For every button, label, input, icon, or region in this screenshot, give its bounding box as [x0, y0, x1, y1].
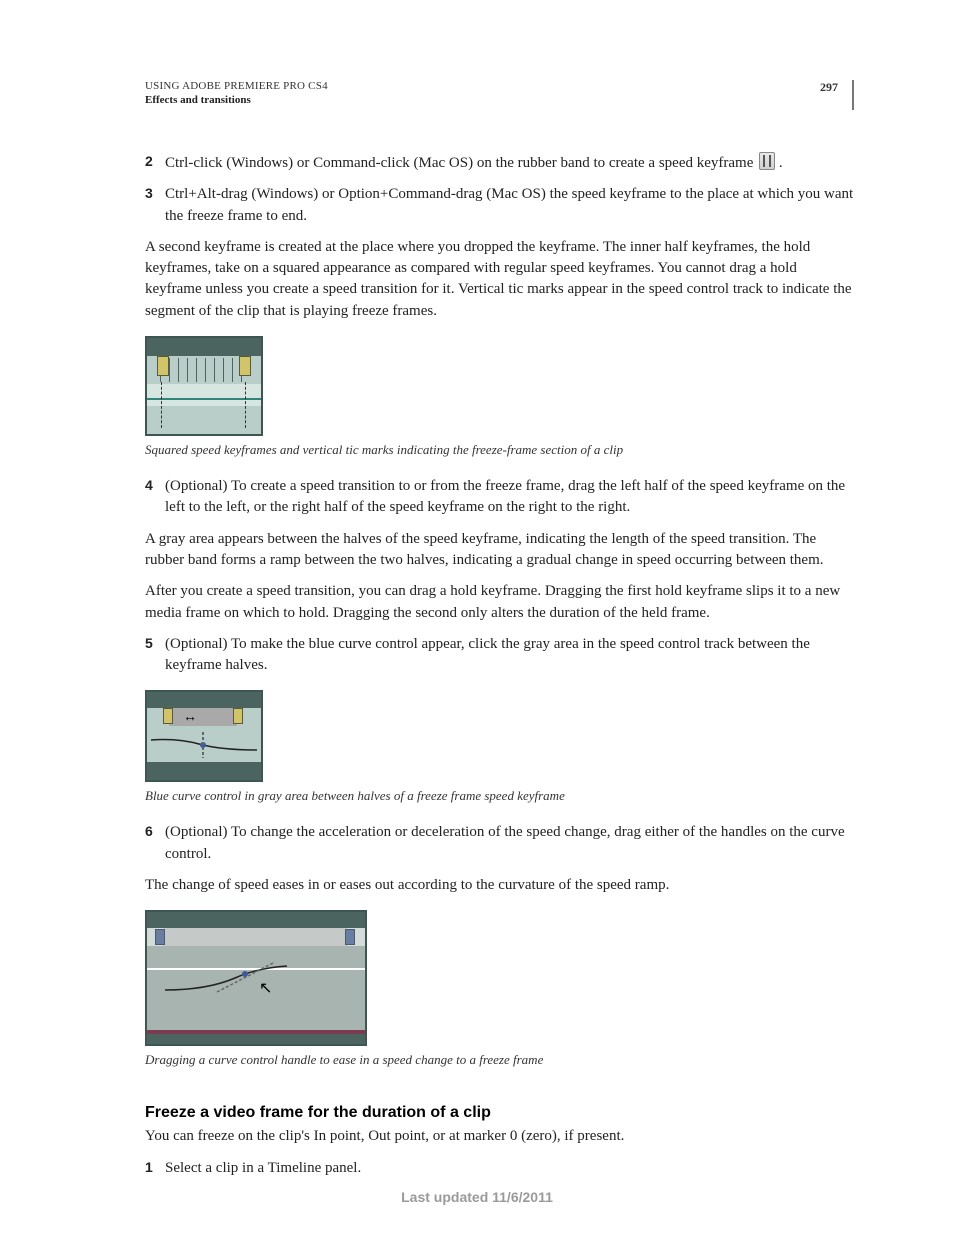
- step-text: (Optional) To change the acceleration or…: [165, 822, 854, 865]
- page-number: 297: [820, 80, 844, 110]
- figure-caption: Dragging a curve control handle to ease …: [145, 1052, 854, 1068]
- step-text: Ctrl+Alt-drag (Windows) or Option+Comman…: [165, 184, 854, 227]
- section-title: Effects and transitions: [145, 94, 328, 106]
- document-page: USING ADOBE PREMIERE PRO CS4 Effects and…: [0, 0, 954, 1229]
- step-text: Select a clip in a Timeline panel.: [165, 1158, 854, 1179]
- cursor-arrow-icon: ↖: [259, 978, 272, 998]
- step-number: 1: [145, 1158, 165, 1179]
- header-rule: [852, 80, 854, 110]
- step-number: 4: [145, 476, 165, 519]
- list-item: 3 Ctrl+Alt-drag (Windows) or Option+Comm…: [145, 184, 854, 227]
- freeze-frame-tics-illustration: [145, 336, 263, 436]
- step-text-trailing: .: [779, 155, 783, 171]
- blue-curve-control-illustration: ↔: [145, 690, 263, 782]
- footer-updated: Last updated 11/6/2011: [0, 1189, 954, 1205]
- curve-handle-drag-illustration: ↖: [145, 910, 367, 1046]
- body-paragraph: A second keyframe is created at the plac…: [145, 237, 854, 322]
- step-number: 5: [145, 634, 165, 677]
- step-list-e: 1 Select a clip in a Timeline panel.: [145, 1158, 854, 1179]
- list-item: 1 Select a clip in a Timeline panel.: [145, 1158, 854, 1179]
- step-list-c: 5 (Optional) To make the blue curve cont…: [145, 634, 854, 677]
- step-number: 2: [145, 152, 165, 174]
- page-number-block: 297: [820, 80, 854, 110]
- step-list-d: 6 (Optional) To change the acceleration …: [145, 822, 854, 865]
- body-paragraph: A gray area appears between the halves o…: [145, 529, 854, 572]
- running-header: USING ADOBE PREMIERE PRO CS4 Effects and…: [145, 80, 854, 110]
- document-title: USING ADOBE PREMIERE PRO CS4: [145, 80, 328, 92]
- subheading: Freeze a video frame for the duration of…: [145, 1104, 854, 1122]
- header-left-block: USING ADOBE PREMIERE PRO CS4 Effects and…: [145, 80, 328, 106]
- list-item: 6 (Optional) To change the acceleration …: [145, 822, 854, 865]
- list-item: 2 Ctrl-click (Windows) or Command-click …: [145, 152, 854, 174]
- step-text: Ctrl-click (Windows) or Command-click (M…: [165, 152, 854, 174]
- figure-2: ↔: [145, 690, 854, 782]
- step-text: (Optional) To create a speed transition …: [165, 476, 854, 519]
- step-text-main: Ctrl-click (Windows) or Command-click (M…: [165, 155, 757, 171]
- figure-caption: Blue curve control in gray area between …: [145, 788, 854, 804]
- body-paragraph: The change of speed eases in or eases ou…: [145, 875, 854, 896]
- step-list-b: 4 (Optional) To create a speed transitio…: [145, 476, 854, 519]
- step-number: 6: [145, 822, 165, 865]
- figure-1: [145, 336, 854, 436]
- step-list-a: 2 Ctrl-click (Windows) or Command-click …: [145, 152, 854, 227]
- speed-keyframe-icon: [759, 152, 775, 170]
- list-item: 5 (Optional) To make the blue curve cont…: [145, 634, 854, 677]
- figure-3: ↖: [145, 910, 854, 1046]
- step-text: (Optional) To make the blue curve contro…: [165, 634, 854, 677]
- body-paragraph: You can freeze on the clip's In point, O…: [145, 1126, 854, 1147]
- body-paragraph: After you create a speed transition, you…: [145, 581, 854, 624]
- list-item: 4 (Optional) To create a speed transitio…: [145, 476, 854, 519]
- figure-caption: Squared speed keyframes and vertical tic…: [145, 442, 854, 458]
- step-number: 3: [145, 184, 165, 227]
